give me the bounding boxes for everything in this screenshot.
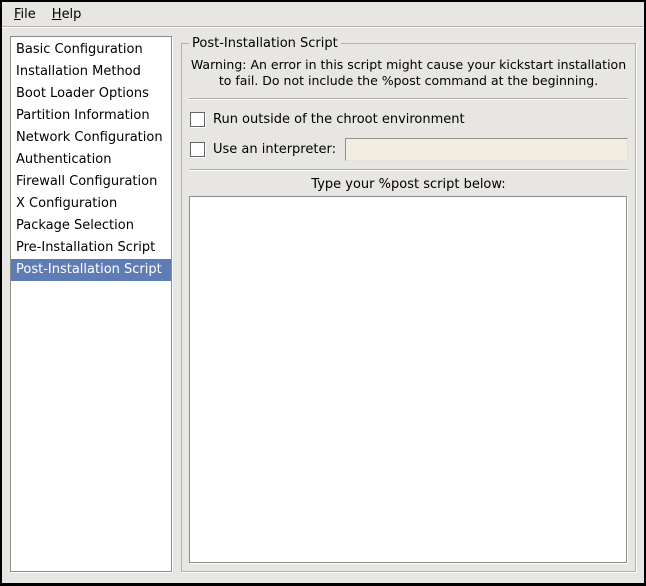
section-list-item[interactable]: X Configuration bbox=[11, 193, 171, 215]
section-list-item[interactable]: Network Configuration bbox=[11, 127, 171, 149]
interpreter-input[interactable] bbox=[345, 138, 628, 161]
section-list-item[interactable]: Pre-Installation Script bbox=[11, 237, 171, 259]
section-list-item[interactable]: Installation Method bbox=[11, 61, 171, 83]
interpreter-checkbox[interactable] bbox=[190, 142, 205, 157]
separator bbox=[189, 169, 628, 171]
section-list-item[interactable]: Boot Loader Options bbox=[11, 83, 171, 105]
separator bbox=[189, 98, 628, 100]
section-list-item[interactable]: Partition Information bbox=[11, 105, 171, 127]
panel-legend: Post-Installation Script bbox=[189, 36, 341, 51]
main-content: Basic ConfigurationInstallation MethodBo… bbox=[2, 27, 644, 583]
section-list-item[interactable]: Firewall Configuration bbox=[11, 171, 171, 193]
menu-file[interactable]: File bbox=[6, 5, 44, 24]
interpreter-row: Use an interpreter: bbox=[190, 138, 628, 160]
chroot-checkbox-label[interactable]: Run outside of the chroot environment bbox=[213, 112, 465, 127]
section-list-item[interactable]: Package Selection bbox=[11, 215, 171, 237]
chroot-checkbox[interactable] bbox=[190, 112, 205, 127]
menu-help[interactable]: Help bbox=[44, 5, 90, 24]
section-list-item[interactable]: Post-Installation Script bbox=[11, 259, 171, 281]
warning-text: Warning: An error in this script might c… bbox=[188, 53, 629, 98]
section-list-item[interactable]: Basic Configuration bbox=[11, 39, 171, 61]
section-list-item[interactable]: Authentication bbox=[11, 149, 171, 171]
chroot-row: Run outside of the chroot environment bbox=[190, 108, 628, 130]
kickstart-configurator-window: File Help Basic ConfigurationInstallatio… bbox=[0, 0, 646, 586]
post-script-textarea[interactable] bbox=[189, 196, 627, 563]
section-list: Basic ConfigurationInstallation MethodBo… bbox=[10, 36, 172, 572]
script-label: Type your %post script below: bbox=[188, 177, 629, 192]
warning-line-2: to fail. Do not include the %post comman… bbox=[188, 73, 629, 89]
post-installation-script-panel: Post-Installation Script Warning: An err… bbox=[181, 36, 636, 572]
interpreter-checkbox-label[interactable]: Use an interpreter: bbox=[213, 142, 336, 157]
menubar: File Help bbox=[2, 2, 644, 27]
warning-line-1: Warning: An error in this script might c… bbox=[188, 57, 629, 73]
